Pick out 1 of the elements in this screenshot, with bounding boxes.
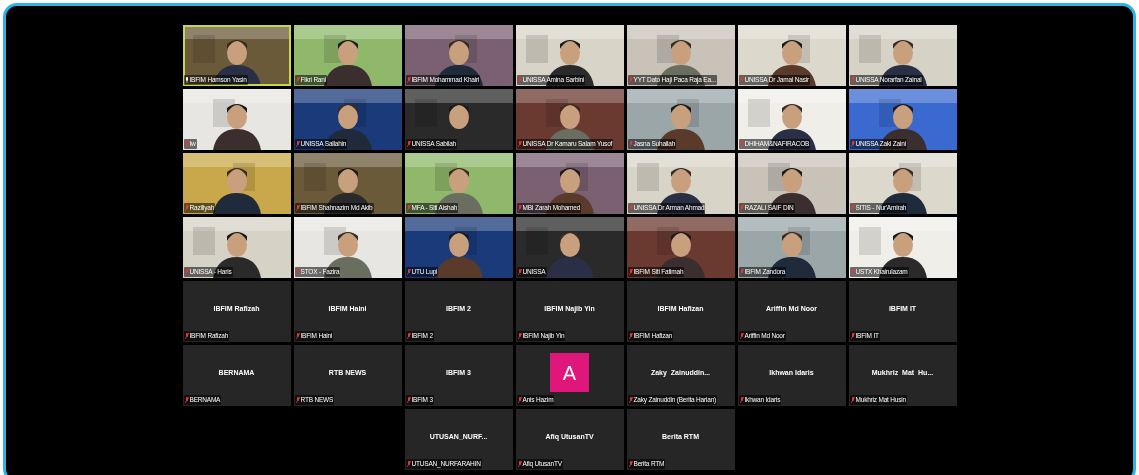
avatar: A xyxy=(550,353,589,392)
